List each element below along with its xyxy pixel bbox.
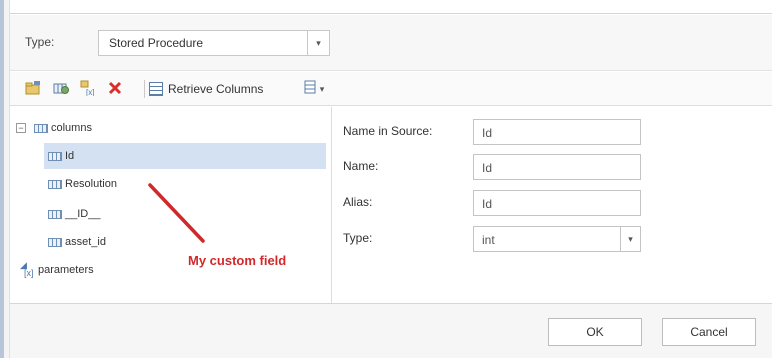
add-parameter-icon[interactable]: [x] (80, 80, 98, 98)
column-icon (48, 151, 62, 161)
tree-parameters-label: parameters (38, 264, 94, 276)
toolbar-separator (144, 80, 145, 98)
tree-item-asset-id[interactable]: asset_id (48, 229, 248, 255)
table-icon (149, 82, 163, 96)
tree-item-label: Id (65, 150, 75, 162)
alias-label: Alias: (343, 195, 373, 209)
tree-item-resolution[interactable]: Resolution (48, 171, 248, 197)
annotation-label: My custom field (188, 253, 287, 268)
column-icon (48, 237, 62, 247)
name-in-source-label: Name in Source: (343, 124, 433, 138)
cancel-button[interactable]: Cancel (662, 318, 756, 346)
column-icon (48, 209, 62, 219)
tree-item-id[interactable]: Id (44, 143, 326, 169)
tree-item-label: __ID__ (65, 208, 101, 220)
parameter-icon: ◢ [x] (20, 260, 34, 278)
type-row: Type: Stored Procedure ▾ (10, 15, 772, 71)
add-column-icon[interactable] (52, 80, 70, 98)
tree-item-label: Resolution (65, 178, 117, 190)
dialog-footer: OK Cancel (10, 303, 772, 358)
tree-root-columns[interactable]: − columns (16, 115, 316, 141)
type-field-value: int (482, 233, 495, 247)
dialog-top-edge (10, 0, 772, 14)
type-field-select[interactable]: int ▾ (473, 226, 641, 252)
svg-text:[x]: [x] (86, 88, 94, 96)
type-select[interactable]: Stored Procedure ▾ (98, 30, 330, 56)
column-icon (48, 179, 62, 189)
type-label: Type: (25, 35, 55, 49)
retrieve-columns-label: Retrieve Columns (168, 82, 264, 96)
name-label: Name: (343, 159, 379, 173)
chevron-down-icon[interactable]: ▾ (620, 227, 640, 251)
toolbar: [x] Retrieve Columns ▾ (10, 72, 772, 106)
dialog: Type: Stored Procedure ▾ [x] Retrieve Co… (0, 0, 772, 358)
tree-item-id-underscored[interactable]: __ID__ (48, 201, 248, 227)
alias-input[interactable]: Id (473, 190, 641, 216)
chevron-down-icon[interactable]: ▾ (316, 80, 328, 98)
collapse-icon[interactable]: − (16, 123, 26, 133)
name-input[interactable]: Id (473, 154, 641, 180)
retrieve-columns-button[interactable]: Retrieve Columns (149, 80, 263, 98)
tree-item-label: asset_id (65, 236, 106, 248)
type-select-value: Stored Procedure (109, 36, 204, 50)
chevron-down-icon[interactable]: ▾ (307, 31, 329, 55)
ok-button[interactable]: OK (548, 318, 642, 346)
add-folder-icon[interactable] (24, 80, 42, 98)
type-field-label: Type: (343, 231, 373, 245)
delete-icon[interactable] (106, 80, 124, 98)
tree-root-label: columns (51, 122, 92, 134)
name-in-source-input[interactable]: Id (473, 119, 641, 145)
properties-panel: Name in Source: Id Name: Id Alias: Id Ty… (333, 107, 772, 303)
columns-tree: − columns Id Resolution __ID__ asset_id … (10, 107, 332, 303)
columns-icon (34, 123, 48, 133)
